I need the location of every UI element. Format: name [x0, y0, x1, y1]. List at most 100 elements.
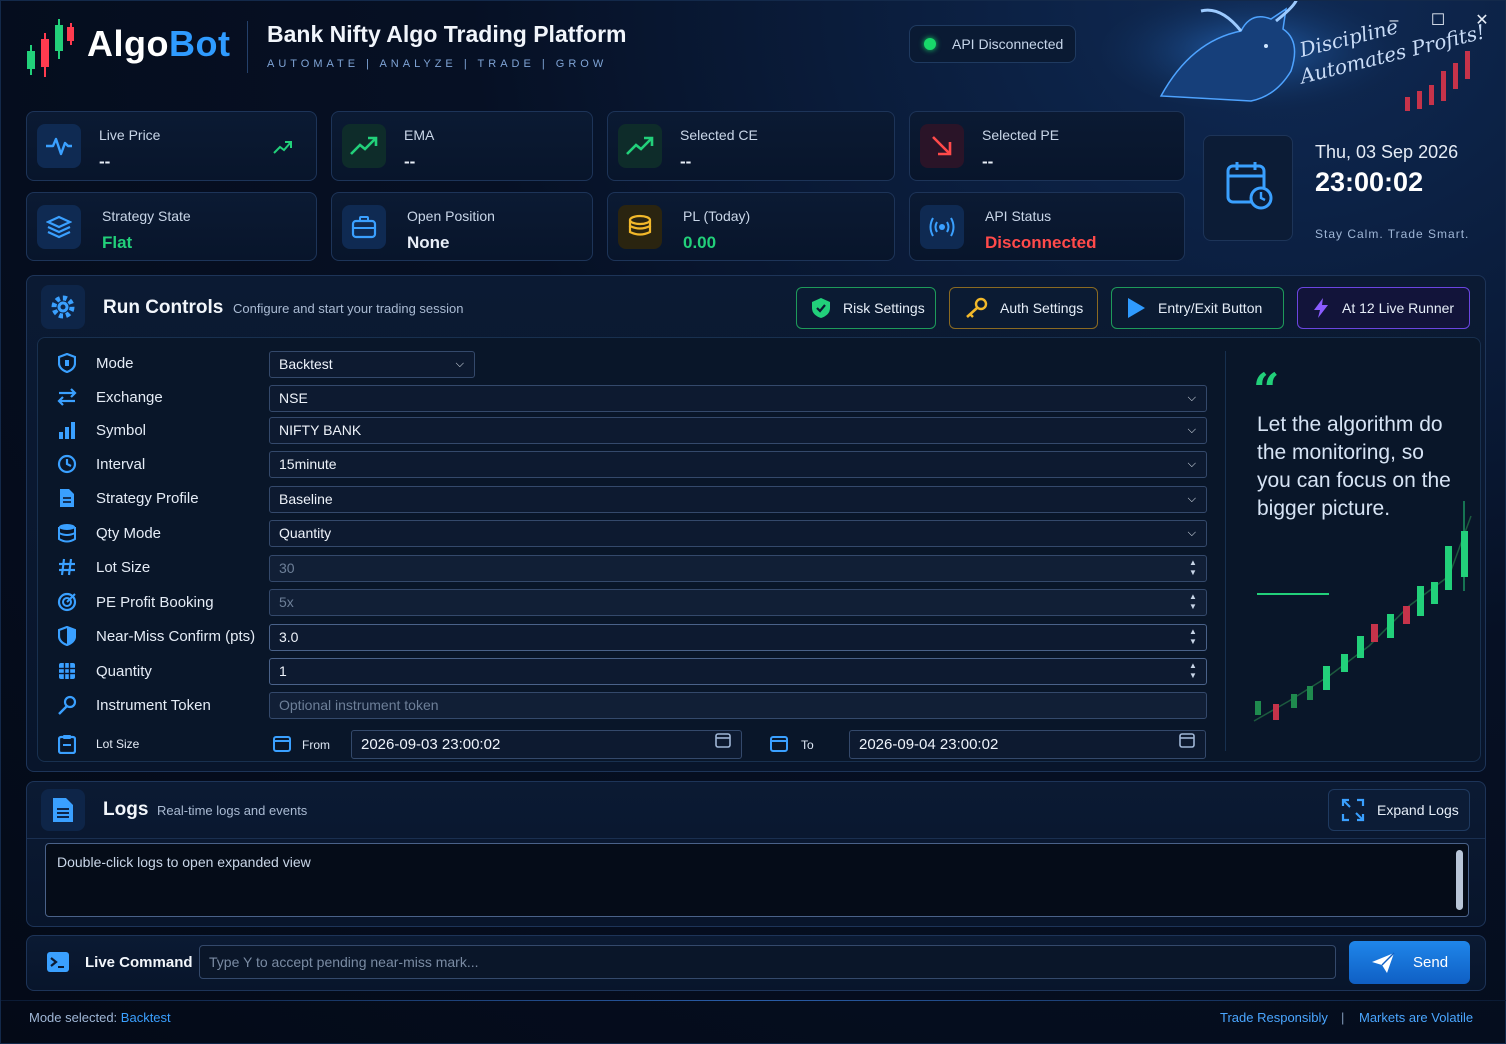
qty-mode-select[interactable]: Quantity ⌵ — [269, 520, 1207, 547]
target-icon — [53, 592, 81, 612]
play-icon — [1128, 298, 1145, 318]
card-label: Selected PE — [982, 127, 1060, 143]
calendar-icon — [273, 736, 291, 752]
chevron-down-icon: ⌵ — [1187, 424, 1196, 436]
clock-icon — [53, 454, 81, 474]
clock-date: Thu, 03 Sep 2026 — [1315, 142, 1459, 162]
field-symbol-label-row: Symbol — [53, 416, 146, 444]
field-pe-profit-label-row: PE Profit Booking — [53, 588, 214, 616]
app-title: Bank Nifty Algo Trading Platform — [267, 21, 627, 47]
footer-markets-volatile: Markets are Volatile — [1359, 1010, 1474, 1025]
key-icon — [966, 297, 988, 318]
shield-half-icon — [53, 626, 81, 646]
card-value: Disconnected — [985, 233, 1097, 252]
pulse-icon — [37, 124, 81, 168]
logs-title: Logs — [103, 799, 149, 820]
shield-icon — [53, 353, 81, 373]
quote-divider — [1225, 351, 1226, 751]
send-button[interactable]: Send — [1349, 941, 1470, 984]
trend-up-icon — [342, 124, 386, 168]
logo-candles-icon — [27, 19, 74, 77]
field-strategy-profile-label-row: Strategy Profile — [53, 484, 199, 512]
expand-icon — [1341, 798, 1365, 822]
expand-logs-button[interactable]: Expand Logs — [1328, 789, 1470, 831]
live-command-input[interactable]: Type Y to accept pending near-miss mark.… — [199, 945, 1336, 979]
run-controls-title: Run Controls — [103, 297, 224, 318]
calendar-icon — [770, 736, 788, 752]
card-value: -- — [404, 152, 416, 171]
live-command-label: Live Command — [85, 954, 193, 971]
clipboard-icon — [53, 734, 81, 754]
card-selected-ce: Selected CE -- — [607, 111, 895, 181]
calendar-clock-icon — [1226, 162, 1273, 210]
card-ema: EMA -- — [331, 111, 593, 181]
stepper-icon[interactable]: ▲ ▼ — [1188, 661, 1198, 681]
interval-select[interactable]: 15minute ⌵ — [269, 451, 1207, 478]
api-pill-label: API Disconnected — [952, 36, 1064, 52]
footer-separator: | — [1341, 1010, 1345, 1025]
risk-settings-button[interactable]: Risk Settings — [796, 287, 936, 329]
near-miss-input[interactable]: 3.0 ▲ ▼ — [269, 624, 1207, 651]
swap-arrows-icon — [53, 388, 81, 406]
live-runner-button[interactable]: At 12 Live Runner — [1297, 287, 1470, 329]
quantity-input[interactable]: 1 ▲ ▼ — [269, 658, 1207, 685]
status-dot-icon — [924, 38, 936, 50]
card-strategy-state: Strategy State Flat — [26, 192, 317, 261]
lot-size-input[interactable]: 30 ▲ ▼ — [269, 555, 1207, 582]
run-controls-subtitle: Configure and start your trading session — [233, 301, 464, 316]
card-label: EMA — [404, 127, 435, 143]
card-selected-pe: Selected PE -- — [909, 111, 1185, 181]
auth-settings-button[interactable]: Auth Settings — [949, 287, 1098, 329]
card-live-price: Live Price -- — [26, 111, 317, 181]
field-date-range-label-row: Lot Size — [53, 730, 139, 758]
card-label: Strategy State — [102, 208, 191, 224]
card-value: Flat — [102, 233, 133, 252]
to-date-input[interactable]: 2026-09-04 23:00:02 — [849, 730, 1206, 759]
shield-check-icon — [812, 298, 830, 318]
card-label: Live Price — [99, 127, 161, 143]
card-label: API Status — [985, 208, 1052, 224]
field-lot-size-label-row: Lot Size — [53, 553, 150, 581]
grid-icon — [53, 662, 81, 680]
mode-status: Mode selected: Backtest — [29, 1010, 171, 1025]
maximize-button[interactable]: ☐ — [1425, 9, 1451, 33]
header-divider — [247, 21, 248, 73]
entry-exit-button[interactable]: Entry/Exit Button — [1111, 287, 1284, 329]
chevron-down-icon: ⌵ — [1187, 527, 1196, 539]
quote-icon: “ — [1253, 363, 1280, 417]
stepper-icon[interactable]: ▲ ▼ — [1188, 558, 1198, 578]
instrument-token-input[interactable]: Optional instrument token — [269, 692, 1207, 719]
field-qty-mode-label-row: Qty Mode — [53, 519, 161, 547]
send-icon — [1372, 952, 1395, 973]
lightning-icon — [1314, 298, 1328, 318]
stepper-icon[interactable]: ▲ ▼ — [1188, 592, 1198, 612]
strategy-profile-select[interactable]: Baseline ⌵ — [269, 486, 1207, 513]
card-label: Selected CE — [680, 127, 758, 143]
logs-divider — [27, 838, 1485, 839]
symbol-select[interactable]: NIFTY BANK ⌵ — [269, 417, 1207, 444]
from-date-input[interactable]: 2026-09-03 23:00:02 — [351, 730, 742, 759]
mode-select[interactable]: Backtest ⌵ — [269, 351, 475, 378]
card-value: -- — [680, 152, 692, 171]
logs-subtitle: Real-time logs and events — [157, 803, 308, 818]
pe-profit-booking-input[interactable]: 5x ▲ ▼ — [269, 589, 1207, 616]
calendar-picker-icon[interactable] — [715, 732, 731, 759]
minimize-button[interactable]: – — [1381, 9, 1407, 33]
card-pl-today: PL (Today) 0.00 — [607, 192, 895, 261]
close-button[interactable]: ✕ — [1469, 9, 1495, 33]
file-text-icon — [41, 789, 85, 831]
clock-caption: Stay Calm. Trade Smart. — [1315, 227, 1470, 241]
stepper-icon[interactable]: ▲ ▼ — [1188, 627, 1198, 647]
exchange-select[interactable]: NSE ⌵ — [269, 385, 1207, 412]
coins-icon — [618, 205, 662, 249]
logs-scrollbar[interactable] — [1456, 850, 1463, 910]
logs-textarea[interactable]: Double-click logs to open expanded view — [45, 843, 1469, 917]
calendar-picker-icon[interactable] — [1179, 732, 1195, 759]
field-interval-label-row: Interval — [53, 450, 145, 478]
candlestick-art-icon — [1253, 501, 1472, 722]
from-label: From — [302, 738, 330, 752]
trend-up-small-icon — [273, 141, 292, 154]
api-status-pill: API Disconnected — [909, 25, 1076, 63]
card-label: PL (Today) — [683, 208, 751, 224]
chevron-down-icon: ⌵ — [1187, 458, 1196, 470]
